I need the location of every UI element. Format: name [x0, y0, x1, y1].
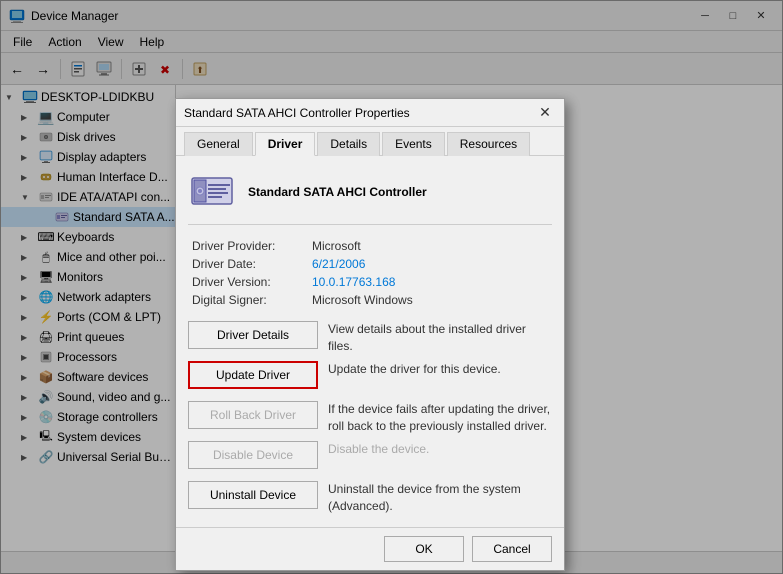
disable-device-row: Disable Device Disable the device.: [188, 441, 552, 475]
roll-back-driver-button[interactable]: Roll Back Driver: [188, 401, 318, 429]
roll-back-driver-row: Roll Back Driver If the device fails aft…: [188, 401, 552, 435]
cancel-button[interactable]: Cancel: [472, 536, 552, 562]
device-name: Standard SATA AHCI Controller: [248, 185, 427, 199]
uninstall-device-button[interactable]: Uninstall Device: [188, 481, 318, 509]
properties-dialog: Standard SATA AHCI Controller Properties…: [175, 98, 565, 571]
tab-general[interactable]: General: [184, 132, 253, 156]
roll-back-driver-desc: If the device fails after updating the d…: [328, 401, 552, 435]
signer-value: Microsoft Windows: [308, 291, 552, 309]
driver-details-desc: View details about the installed driver …: [328, 321, 552, 355]
modal-overlay: Standard SATA AHCI Controller Properties…: [0, 0, 783, 574]
dialog-close-button[interactable]: ✕: [534, 103, 556, 123]
driver-signer-row: Digital Signer: Microsoft Windows: [188, 291, 552, 309]
device-icon: [190, 170, 234, 214]
disable-device-desc: Disable the device.: [328, 441, 552, 458]
disable-device-button[interactable]: Disable Device: [188, 441, 318, 469]
version-label: Driver Version:: [188, 273, 308, 291]
driver-date-row: Driver Date: 6/21/2006: [188, 255, 552, 273]
driver-version-row: Driver Version: 10.0.17763.168: [188, 273, 552, 291]
driver-tab-content: Standard SATA AHCI Controller Driver Pro…: [176, 155, 564, 527]
tab-resources[interactable]: Resources: [447, 132, 530, 156]
uninstall-device-desc: Uninstall the device from the system (Ad…: [328, 481, 552, 515]
update-driver-desc: Update the driver for this device.: [328, 361, 552, 378]
driver-actions: Driver Details View details about the in…: [188, 321, 552, 515]
date-value: 6/21/2006: [308, 255, 552, 273]
device-icon-box: [188, 168, 236, 216]
tab-events[interactable]: Events: [382, 132, 445, 156]
tab-details[interactable]: Details: [317, 132, 380, 156]
version-value: 10.0.17763.168: [308, 273, 552, 291]
driver-details-row: Driver Details View details about the in…: [188, 321, 552, 355]
provider-label: Driver Provider:: [188, 237, 308, 255]
dialog-title: Standard SATA AHCI Controller Properties: [184, 106, 534, 120]
update-driver-row: Update Driver Update the driver for this…: [188, 361, 552, 395]
provider-value: Microsoft: [308, 237, 552, 255]
driver-details-button[interactable]: Driver Details: [188, 321, 318, 349]
dialog-footer: OK Cancel: [176, 527, 564, 570]
tab-bar: General Driver Details Events Resources: [176, 127, 564, 155]
driver-provider-row: Driver Provider: Microsoft: [188, 237, 552, 255]
update-driver-button[interactable]: Update Driver: [188, 361, 318, 389]
driver-header: Standard SATA AHCI Controller: [188, 168, 552, 225]
signer-label: Digital Signer:: [188, 291, 308, 309]
date-label: Driver Date:: [188, 255, 308, 273]
uninstall-device-row: Uninstall Device Uninstall the device fr…: [188, 481, 552, 515]
dialog-title-bar: Standard SATA AHCI Controller Properties…: [176, 99, 564, 127]
ok-button[interactable]: OK: [384, 536, 464, 562]
tab-driver[interactable]: Driver: [255, 132, 316, 156]
driver-info-table: Driver Provider: Microsoft Driver Date: …: [188, 237, 552, 309]
